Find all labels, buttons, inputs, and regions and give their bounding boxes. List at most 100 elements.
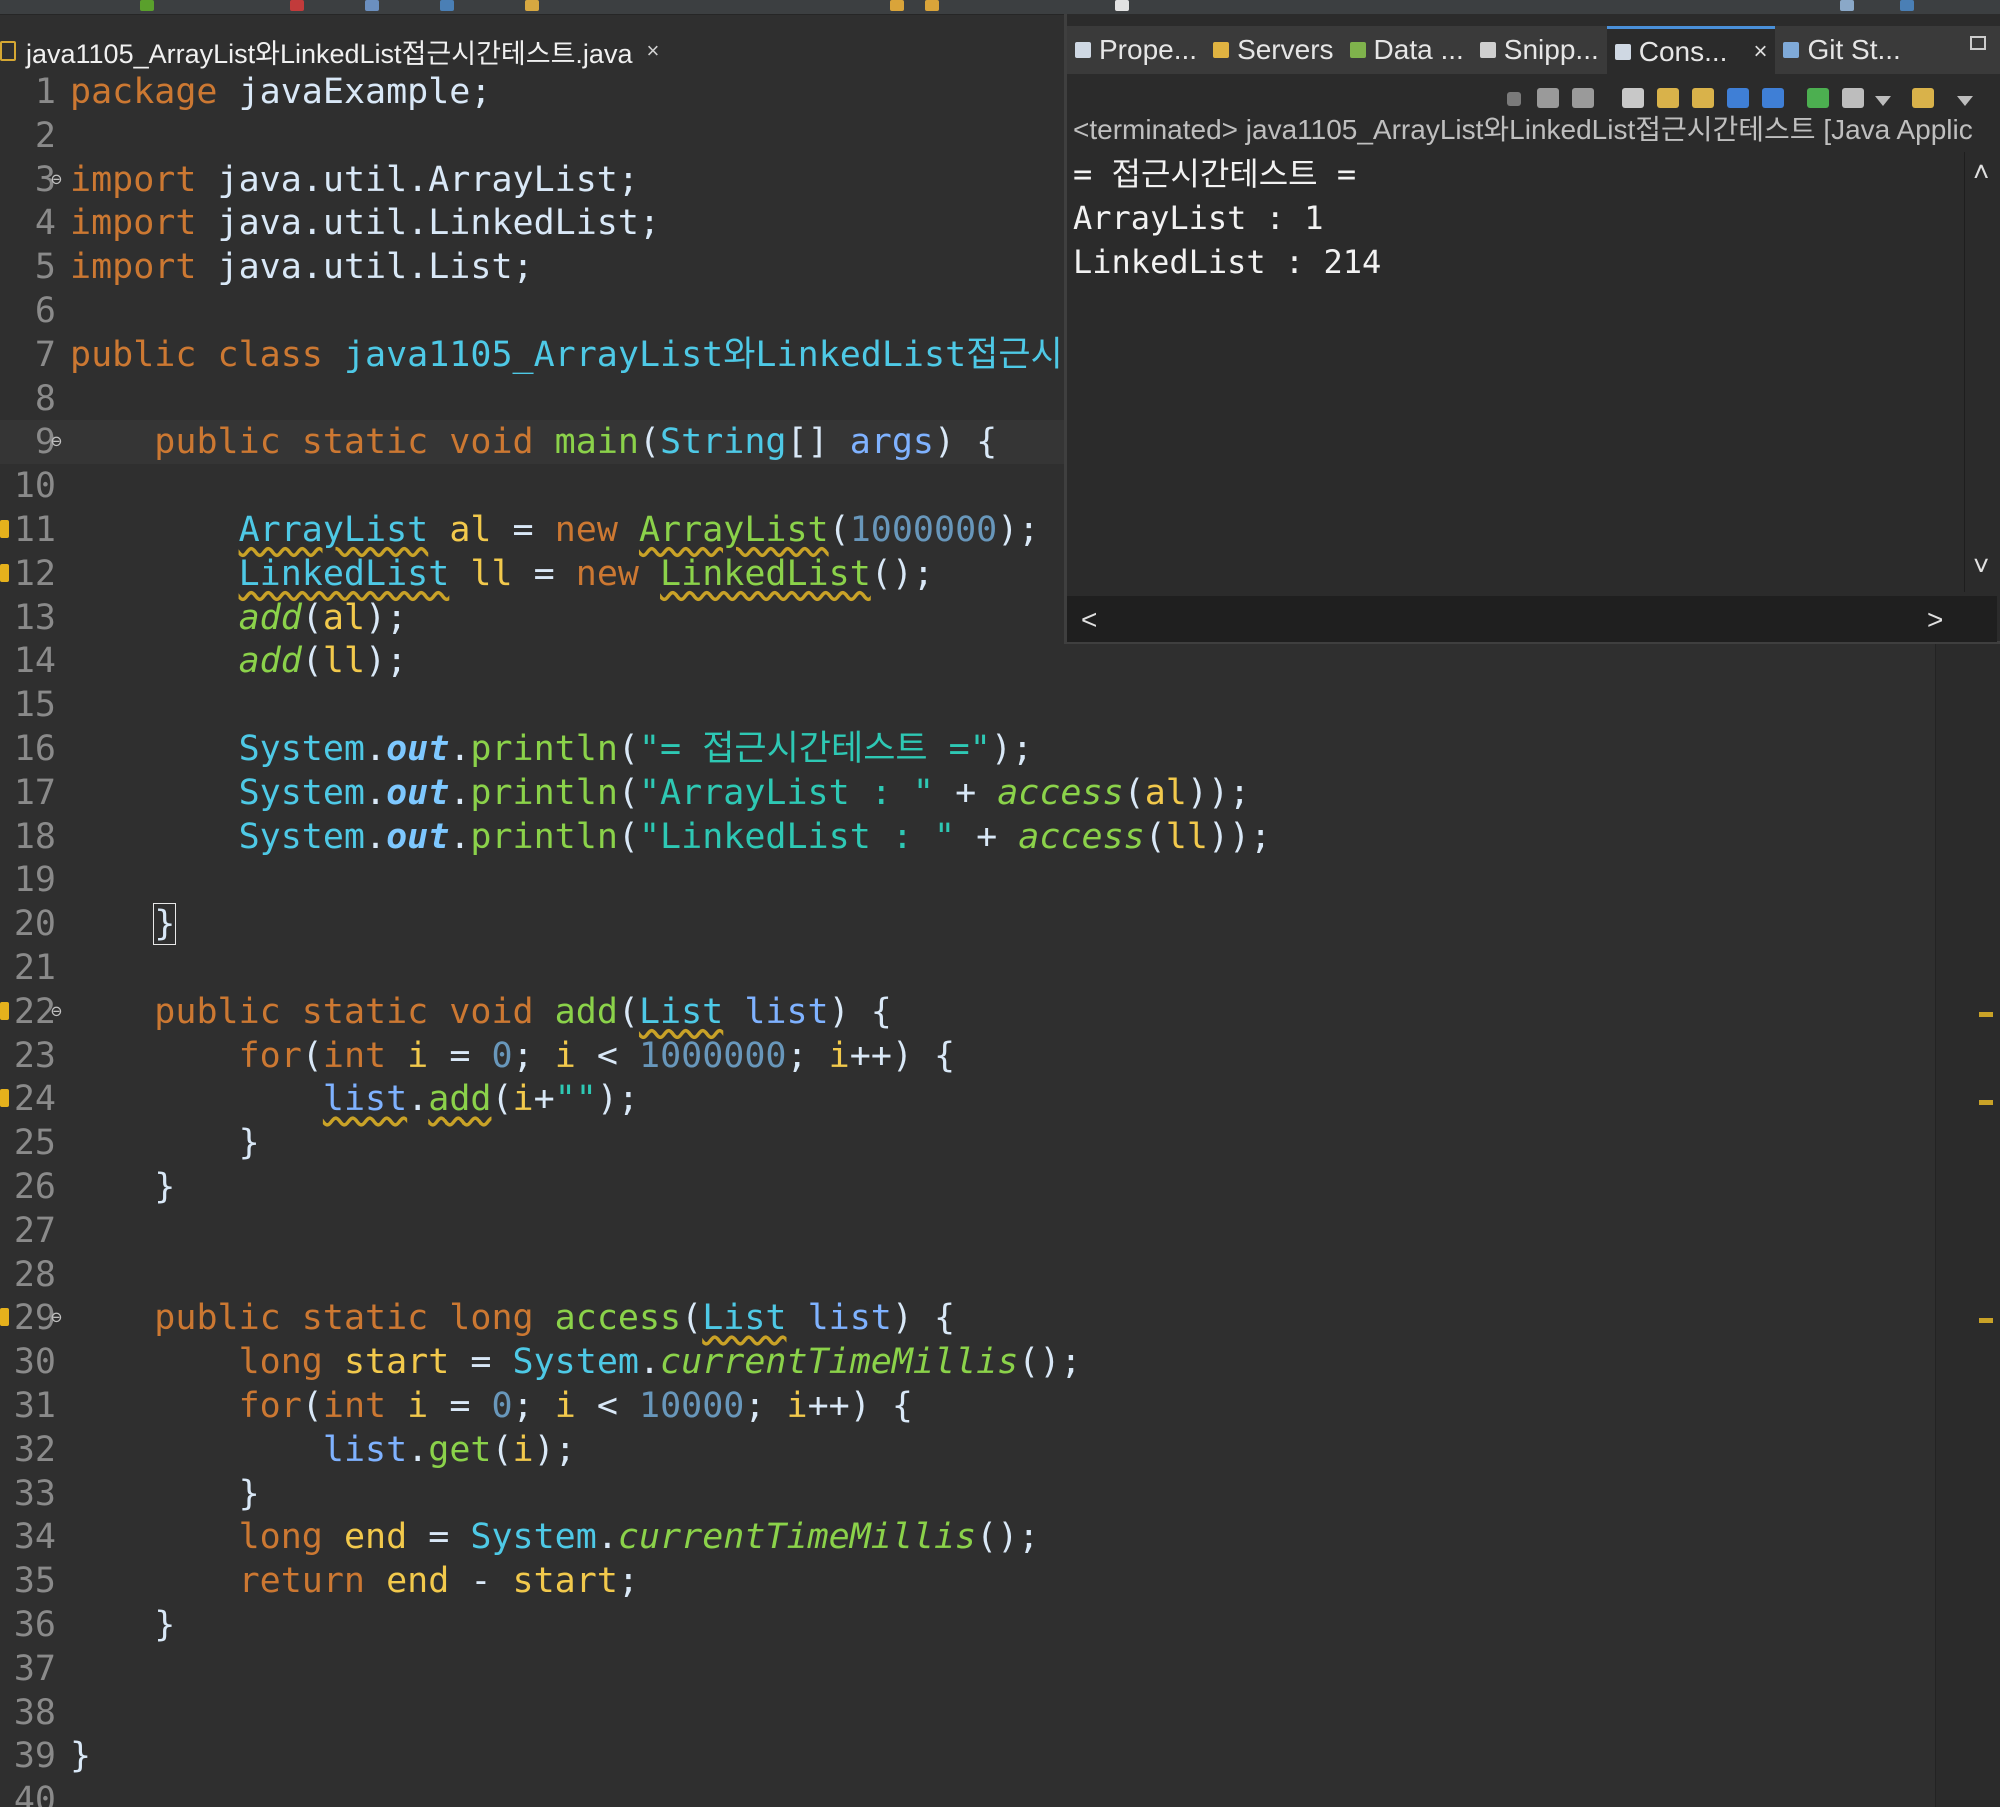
code-line[interactable]: 29 ⊖ public static long access(List list)… bbox=[0, 1296, 1935, 1340]
code-line[interactable]: 18 System.out.println("LinkedList : " + … bbox=[0, 815, 1935, 859]
code-line[interactable]: 23 for(int i = 0; i < 1000000; i++) { bbox=[0, 1034, 1935, 1078]
warning-ruler-mark[interactable] bbox=[1979, 1012, 1993, 1017]
toolbar-search-icon[interactable] bbox=[440, 0, 454, 11]
code-text: for(int i = 0; i < 1000000; i++) { bbox=[70, 1034, 956, 1078]
toolbar-run-icon[interactable] bbox=[140, 0, 154, 11]
warning-icon[interactable] bbox=[0, 1308, 9, 1327]
code-token: ( bbox=[301, 1035, 323, 1076]
scroll-right-icon[interactable]: > bbox=[1927, 606, 1943, 634]
console-vertical-scrollbar[interactable]: ˄ ˅ bbox=[1964, 152, 2000, 592]
code-token: start bbox=[343, 1342, 450, 1383]
code-line[interactable]: 36 } bbox=[0, 1603, 1935, 1647]
code-line[interactable]: 38 bbox=[0, 1691, 1935, 1735]
word-wrap-icon[interactable] bbox=[1692, 88, 1714, 108]
code-line[interactable]: 26 } bbox=[0, 1165, 1935, 1209]
code-line[interactable]: 39} bbox=[0, 1734, 1935, 1778]
pin-console-icon[interactable] bbox=[1807, 88, 1829, 108]
view-tab[interactable]: Cons... × bbox=[1606, 26, 1776, 74]
code-token: )); bbox=[1186, 772, 1251, 813]
toolbar-forward-icon[interactable] bbox=[925, 0, 939, 11]
fold-toggle-icon[interactable]: ⊖ bbox=[51, 420, 62, 464]
show-on-stdout-icon[interactable] bbox=[1727, 88, 1749, 108]
terminate-icon[interactable] bbox=[1507, 92, 1521, 106]
toolbar-new-icon[interactable] bbox=[365, 0, 379, 11]
view-menu-icon[interactable] bbox=[1957, 96, 1973, 106]
scroll-down-icon[interactable]: ˅ bbox=[1973, 552, 1989, 580]
code-line[interactable]: 25 } bbox=[0, 1121, 1935, 1165]
warning-ruler-mark[interactable] bbox=[1979, 1100, 1993, 1105]
code-line[interactable]: 31 for(int i = 0; i < 10000; i++) { bbox=[0, 1384, 1935, 1428]
overview-ruler[interactable] bbox=[1935, 640, 2000, 1807]
code-line[interactable]: 33 } bbox=[0, 1472, 1935, 1516]
line-number: 4 bbox=[34, 203, 56, 244]
java-perspective-icon[interactable] bbox=[1900, 0, 1914, 11]
view-tab[interactable]: Git St... bbox=[1775, 26, 1908, 74]
code-line[interactable]: 16 System.out.println("= 접근시간테스트 ="); bbox=[0, 727, 1935, 771]
code-line[interactable]: 15 bbox=[0, 683, 1935, 727]
remove-launch-icon[interactable] bbox=[1537, 88, 1559, 108]
scroll-lock-icon[interactable] bbox=[1657, 88, 1679, 108]
code-token: } bbox=[70, 1167, 176, 1207]
code-line[interactable]: 35 return end - start; bbox=[0, 1559, 1935, 1603]
code-line[interactable]: 37 bbox=[0, 1647, 1935, 1691]
open-console-icon[interactable] bbox=[1912, 88, 1934, 108]
warning-icon[interactable] bbox=[0, 1089, 9, 1108]
editor-tab[interactable]: java1105_ArrayList와LinkedList접근시간테스트.jav… bbox=[0, 30, 700, 72]
line-number: 13 bbox=[13, 597, 56, 638]
close-icon[interactable]: × bbox=[1753, 38, 1767, 66]
show-on-stderr-icon[interactable] bbox=[1762, 88, 1784, 108]
code-line[interactable]: 32 list.get(i); bbox=[0, 1428, 1935, 1472]
code-token: . bbox=[449, 729, 471, 769]
code-line[interactable]: 27 bbox=[0, 1209, 1935, 1253]
code-line[interactable]: 30 long start = System.currentTimeMillis… bbox=[0, 1340, 1935, 1384]
toolbar-pin-icon[interactable] bbox=[1115, 0, 1129, 11]
code-line[interactable]: 28 bbox=[0, 1253, 1935, 1297]
code-line[interactable]: 24 list.add(i+""); bbox=[0, 1077, 1935, 1121]
fold-toggle-icon[interactable]: ⊖ bbox=[51, 158, 62, 202]
console-output[interactable]: = 접근시간테스트 = ArrayList : 1 LinkedList : 214 bbox=[1073, 152, 1953, 592]
code-token: int bbox=[322, 1035, 387, 1076]
warning-icon[interactable] bbox=[0, 1001, 9, 1020]
code-token: [] bbox=[786, 422, 850, 463]
code-token: i bbox=[407, 1386, 429, 1426]
toolbar-back-icon[interactable] bbox=[890, 0, 904, 11]
code-token: = bbox=[512, 553, 576, 594]
view-tab-label: Cons... bbox=[1638, 35, 1728, 67]
code-line[interactable]: 34 long end = System.currentTimeMillis()… bbox=[0, 1515, 1935, 1559]
restore-view-icon[interactable] bbox=[1970, 36, 1986, 50]
warning-ruler-mark[interactable] bbox=[1979, 1318, 1993, 1323]
code-line[interactable]: 17 System.out.println("ArrayList : " + a… bbox=[0, 771, 1935, 815]
perspective-icon[interactable] bbox=[1840, 0, 1854, 11]
warning-icon[interactable] bbox=[0, 563, 9, 582]
console-horizontal-scrollbar[interactable]: < > bbox=[1067, 596, 1997, 642]
code-line[interactable]: 19 bbox=[0, 858, 1935, 902]
code-text: public static void add(List list) { bbox=[70, 990, 892, 1034]
view-tab[interactable]: Data ... bbox=[1342, 26, 1472, 74]
toolbar-open-icon[interactable] bbox=[525, 0, 539, 11]
view-tab-label: Snipp... bbox=[1503, 34, 1599, 65]
display-console-icon[interactable] bbox=[1842, 88, 1864, 108]
clear-console-icon[interactable] bbox=[1622, 88, 1644, 108]
scroll-up-icon[interactable]: ˄ bbox=[1973, 158, 1989, 186]
chevron-down-icon[interactable] bbox=[1875, 96, 1891, 106]
remove-all-terminated-icon[interactable] bbox=[1572, 88, 1594, 108]
code-line[interactable]: 14 add(ll); bbox=[0, 639, 1935, 683]
code-line[interactable]: 22 ⊖ public static void add(List list) { bbox=[0, 990, 1935, 1034]
view-tab[interactable]: Servers bbox=[1205, 26, 1341, 74]
code-token: "LinkedList : " bbox=[638, 816, 956, 857]
view-tab[interactable]: Snipp... bbox=[1472, 26, 1607, 74]
warning-icon[interactable] bbox=[0, 520, 9, 538]
code-token: } bbox=[70, 1605, 176, 1645]
fold-toggle-icon[interactable]: ⊖ bbox=[51, 990, 62, 1034]
view-tab[interactable]: Prope... bbox=[1067, 26, 1205, 74]
scroll-left-icon[interactable]: < bbox=[1081, 606, 1097, 634]
code-token: LinkedList bbox=[238, 553, 450, 594]
code-line[interactable]: 40 bbox=[0, 1778, 1935, 1807]
code-line[interactable]: 21 bbox=[0, 946, 1935, 990]
toolbar-debug-icon[interactable] bbox=[290, 0, 304, 11]
editor-tab-close-icon[interactable]: × bbox=[646, 38, 659, 64]
fold-toggle-icon[interactable]: ⊖ bbox=[51, 1296, 62, 1340]
code-line[interactable]: 20 } bbox=[0, 902, 1935, 946]
line-number: 33 bbox=[13, 1473, 56, 1514]
